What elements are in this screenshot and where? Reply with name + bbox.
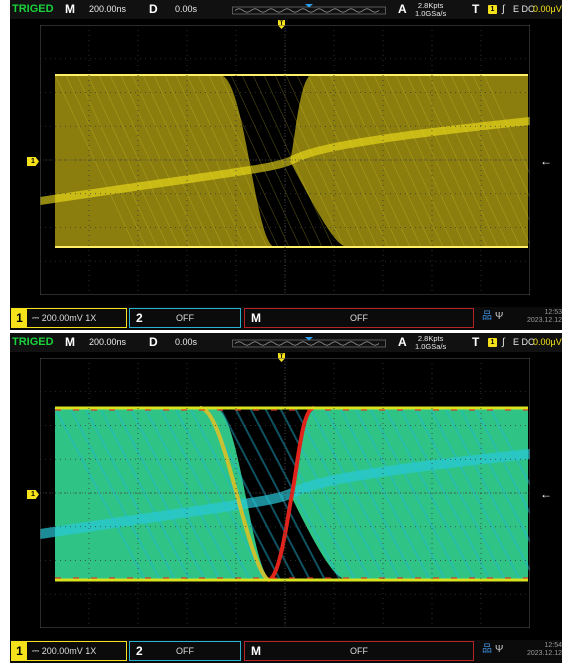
waveform-overview[interactable] <box>232 337 386 348</box>
math-state: OFF <box>350 646 368 656</box>
usb-icon: Ψ <box>495 311 504 322</box>
ch1-settings-box[interactable]: 1 ⎓ 200.00mV 1X <box>11 641 127 661</box>
trigger-level[interactable]: 0.00μV <box>533 333 562 352</box>
math-settings-box[interactable]: M OFF <box>244 308 474 328</box>
bottom-channel-bar: 1 ⎓ 200.00mV 1X 2 OFF M OFF 品 Ψ 12:54 20… <box>10 640 562 663</box>
timebase-value[interactable]: 200.00ns <box>89 0 126 19</box>
math-state: OFF <box>350 313 368 323</box>
usb-icon: Ψ <box>495 644 504 655</box>
delay-value[interactable]: 0.00s <box>175 0 197 19</box>
clock-date: 2023.12.12 <box>526 650 562 657</box>
dc-coupling-icon: ⎓ <box>32 646 40 656</box>
trigger-coupling: E DC <box>513 4 535 14</box>
rising-edge-icon: ∫ <box>502 337 505 348</box>
trigger-source-badge[interactable]: 1 <box>488 338 497 347</box>
trigger-level-arrow-icon[interactable]: ← <box>540 155 552 167</box>
clock-date: 2023.12.12 <box>526 317 562 324</box>
delay-value[interactable]: 0.00s <box>175 333 197 352</box>
trigger-level-arrow-icon[interactable]: ← <box>540 488 552 500</box>
clock: 12:54 2023.12.12 <box>510 642 562 658</box>
waveform-fill <box>55 408 272 580</box>
acquire-menu-label[interactable]: A <box>398 333 407 352</box>
ch2-settings-box[interactable]: 2 OFF <box>129 641 241 661</box>
scope-screen-color-grade: TRIGED M 200.00ns D 0.00s A 2.8Kpts 1.0G… <box>10 333 562 663</box>
timebase-value[interactable]: 200.00ns <box>89 333 126 352</box>
ch1-offset-marker[interactable]: 1 <box>27 490 39 499</box>
system-status: 品 Ψ 12:54 2023.12.12 <box>480 641 562 661</box>
timebase-menu-label[interactable]: M <box>65 333 75 352</box>
clock: 12:53 2023.12.12 <box>510 309 562 325</box>
waveform-display <box>40 25 530 295</box>
network-icon: 品 <box>482 311 492 322</box>
trigger-status: TRIGED <box>12 336 54 348</box>
sample-rate: 1.0GSa/s <box>415 342 447 351</box>
ch1-scale: 200.00mV 1X <box>41 313 97 323</box>
ch1-offset-marker[interactable]: 1 <box>27 157 39 166</box>
waveform-overview[interactable] <box>232 4 386 15</box>
ch1-number: 1 <box>12 642 27 660</box>
ch1-scale-group: ⎓ 200.00mV 1X <box>32 642 96 660</box>
ch1-number: 1 <box>12 309 27 327</box>
clock-time: 12:53 <box>544 309 562 316</box>
trigger-status: TRIGED <box>12 3 54 15</box>
ch1-settings-box[interactable]: 1 ⎓ 200.00mV 1X <box>11 308 127 328</box>
system-status: 品 Ψ 12:53 2023.12.12 <box>480 308 562 328</box>
trigger-coupling: E DC <box>513 337 535 347</box>
math-settings-box[interactable]: M OFF <box>244 641 474 661</box>
waveform-display <box>40 358 530 628</box>
waveform-fill <box>55 75 275 247</box>
ch2-settings-box[interactable]: 2 OFF <box>129 308 241 328</box>
delay-menu-label[interactable]: D <box>149 0 158 19</box>
trigger-menu-label[interactable]: T <box>472 0 479 19</box>
top-status-bar: TRIGED M 200.00ns D 0.00s A 2.8Kpts 1.0G… <box>10 0 562 19</box>
clock-time: 12:54 <box>544 642 562 649</box>
dc-coupling-icon: ⎓ <box>32 313 40 323</box>
trigger-menu-label[interactable]: T <box>472 333 479 352</box>
rising-edge-icon: ∫ <box>502 4 505 15</box>
delay-menu-label[interactable]: D <box>149 333 158 352</box>
acquire-menu-label[interactable]: A <box>398 0 407 19</box>
timebase-menu-label[interactable]: M <box>65 0 75 19</box>
ch2-state: OFF <box>176 646 194 656</box>
ch1-scale-group: ⎓ 200.00mV 1X <box>32 309 96 327</box>
scope-screen-normal: TRIGED M 200.00ns D 0.00s A 2.8Kpts 1.0G… <box>10 0 562 330</box>
acquisition-info: 2.8Kpts 1.0GSa/s <box>415 2 446 18</box>
ch2-state: OFF <box>176 313 194 323</box>
sample-rate: 1.0GSa/s <box>415 9 447 18</box>
trigger-level[interactable]: 0.00μV <box>533 0 562 19</box>
ch1-scale: 200.00mV 1X <box>41 646 97 656</box>
network-icon: 品 <box>482 644 492 655</box>
bottom-channel-bar: 1 ⎓ 200.00mV 1X 2 OFF M OFF 品 Ψ 12:53 20… <box>10 307 562 330</box>
top-status-bar: TRIGED M 200.00ns D 0.00s A 2.8Kpts 1.0G… <box>10 333 562 352</box>
acquisition-info: 2.8Kpts 1.0GSa/s <box>415 335 446 351</box>
trigger-source-badge[interactable]: 1 <box>488 5 497 14</box>
